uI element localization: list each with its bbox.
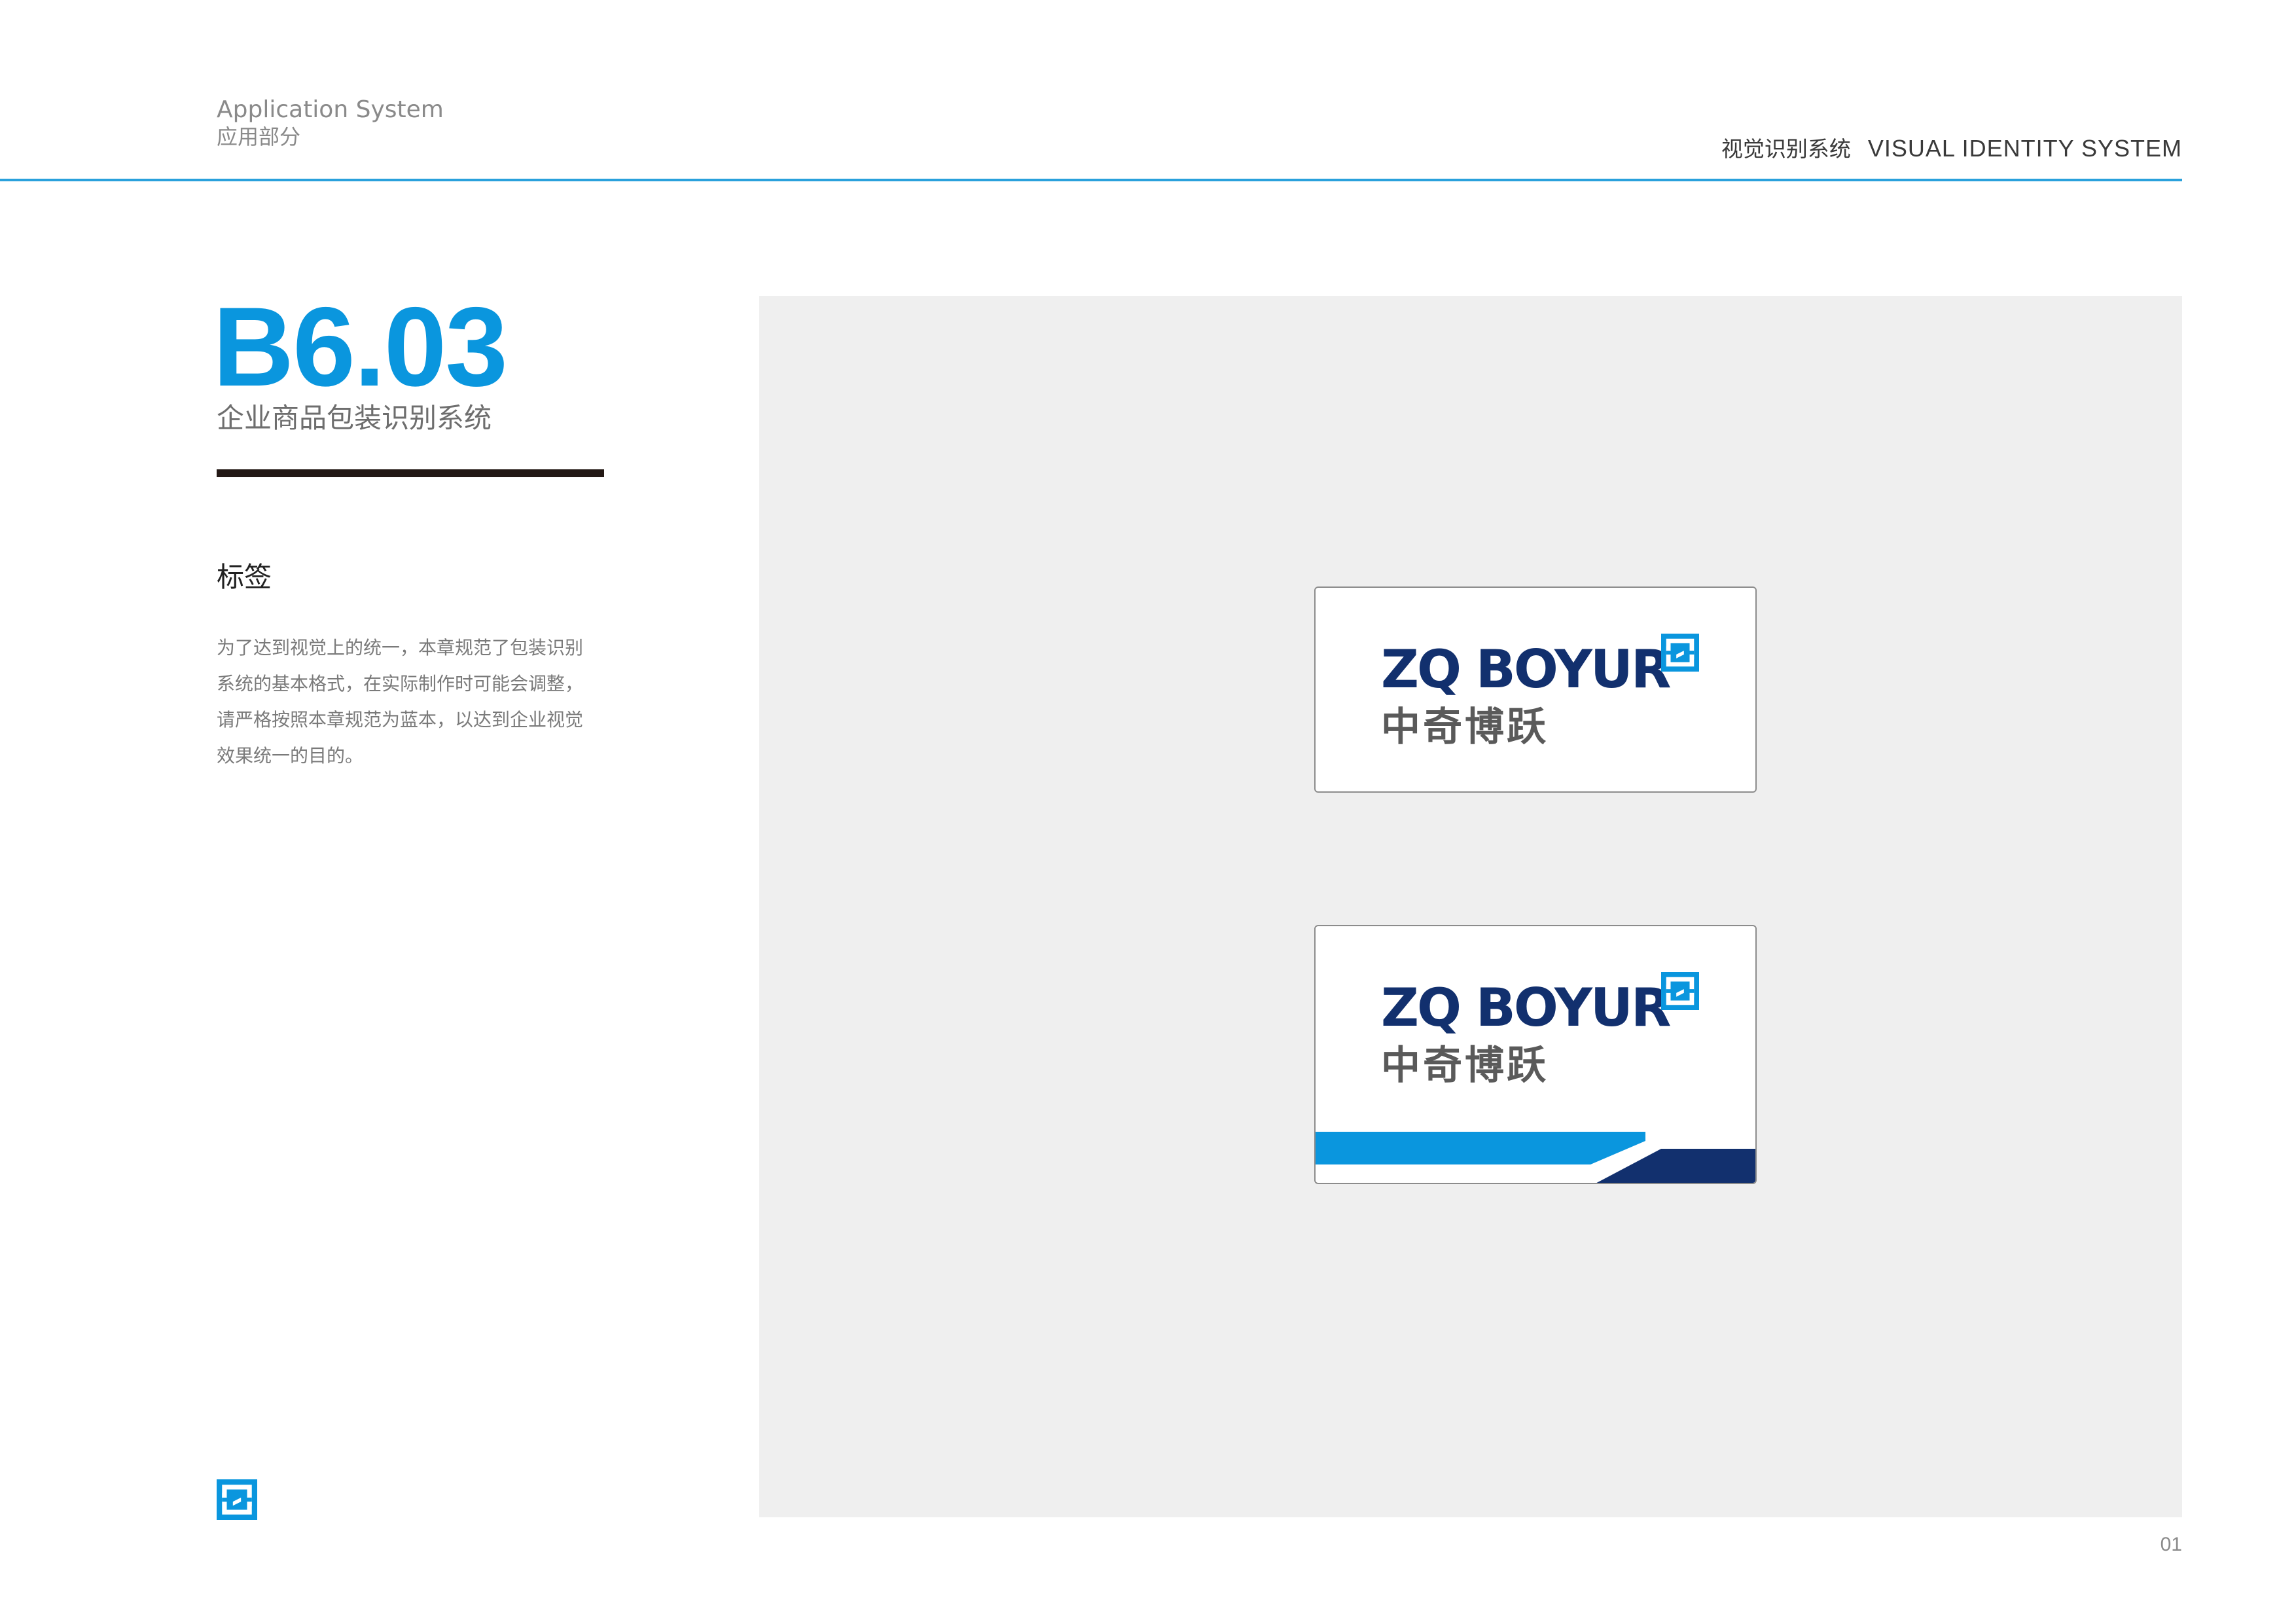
description-line: 请严格按照本章规范为蓝本，以达到企业视觉: [217, 709, 584, 731]
header-system-cn: 视觉识别系统: [1721, 136, 1851, 162]
zq-brand-mark-icon: [217, 1479, 257, 1520]
logo-wordmark-cn: 中奇博跃: [1381, 704, 1549, 750]
header-section-en: Application System: [217, 96, 444, 123]
header-section-cn: 应用部分: [217, 124, 301, 149]
section-description: 为了达到视觉上的统一，本章规范了包装识别 系统的基本格式，在实际制作时可能会调整…: [217, 630, 609, 774]
section-subtitle: 标签: [217, 561, 272, 593]
label-showcase-panel: ZQ BOYUR 中奇博跃 ZQ BOYUR 中奇博跃: [759, 296, 2182, 1517]
section-divider: [217, 469, 604, 477]
logo-wordmark-en: ZQ BOYUR: [1381, 639, 1671, 700]
section-title: 企业商品包装识别系统: [217, 402, 492, 434]
page-number: 01: [2160, 1534, 2182, 1555]
description-line: 为了达到视觉上的统一，本章规范了包装识别: [217, 637, 584, 659]
zq-brand-mark-icon: [1661, 634, 1699, 672]
header-divider: [0, 179, 2182, 181]
description-line: 效果统一的目的。: [217, 745, 364, 767]
section-code: B6.03: [213, 284, 508, 410]
header-system-title: 视觉识别系统 VISUAL IDENTITY SYSTEM: [1721, 134, 2182, 168]
description-line: 系统的基本格式，在实际制作时可能会调整，: [217, 673, 584, 695]
label-card-stripes: ZQ BOYUR 中奇博跃: [1314, 925, 1757, 1184]
label-stripe-graphic: [1316, 1132, 1755, 1183]
header-system-en: VISUAL IDENTITY SYSTEM: [1867, 135, 2182, 162]
label-card-plain: ZQ BOYUR 中奇博跃: [1314, 586, 1757, 793]
